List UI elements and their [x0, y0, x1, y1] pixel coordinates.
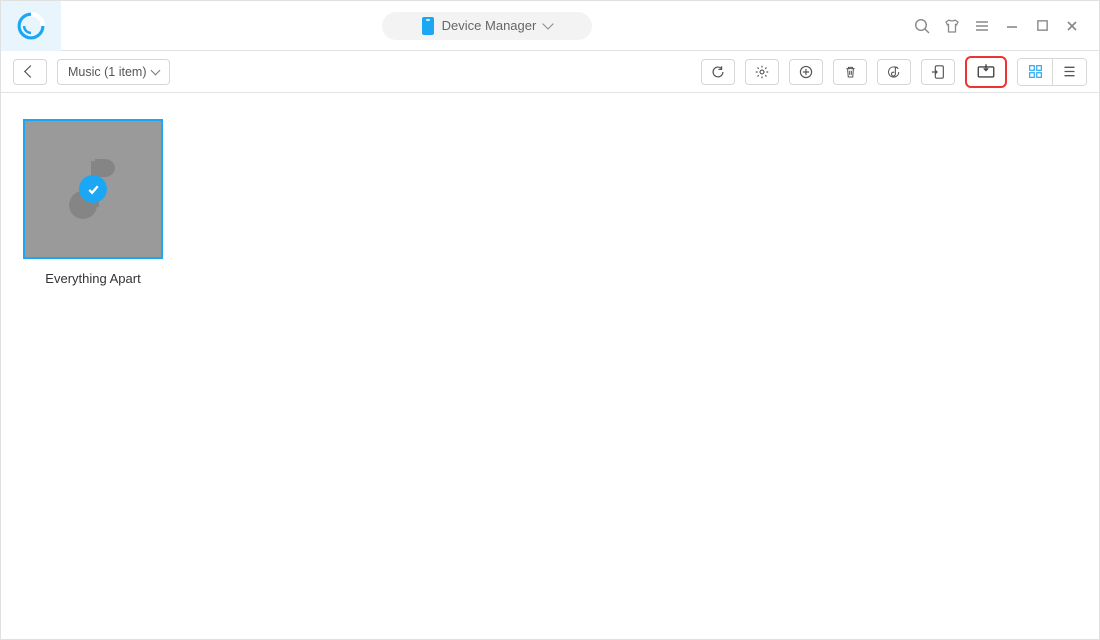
view-switch	[1017, 58, 1087, 86]
window-controls	[913, 17, 1091, 35]
window-close[interactable]	[1063, 17, 1081, 35]
app-logo-icon	[16, 11, 46, 41]
add-button[interactable]	[789, 59, 823, 85]
to-itunes-button[interactable]	[877, 59, 911, 85]
to-computer-button[interactable]	[965, 56, 1007, 88]
category-selector[interactable]: Music (1 item)	[57, 59, 170, 85]
list-icon	[1062, 64, 1077, 79]
music-item-label: Everything Apart	[45, 271, 140, 286]
device-selector[interactable]: Device Manager	[382, 12, 592, 40]
settings-button[interactable]	[745, 59, 779, 85]
music-item-thumb[interactable]	[23, 119, 163, 259]
menu-icon[interactable]	[973, 17, 991, 35]
titlebar-center: Device Manager	[61, 12, 913, 40]
chevron-down-icon	[543, 18, 554, 29]
device-title: Device Manager	[442, 18, 537, 33]
import-to-device-icon	[930, 64, 946, 80]
music-item[interactable]: Everything Apart	[23, 119, 163, 286]
refresh-button[interactable]	[701, 59, 735, 85]
toolbar: Music (1 item)	[1, 51, 1099, 93]
phone-icon	[422, 17, 434, 35]
plus-circle-icon	[798, 64, 814, 80]
selected-check-icon	[79, 175, 107, 203]
titlebar: Device Manager	[1, 1, 1099, 51]
list-view-button[interactable]	[1052, 59, 1086, 85]
search-icon[interactable]	[913, 17, 931, 35]
tshirt-icon[interactable]	[943, 17, 961, 35]
to-device-button[interactable]	[921, 59, 955, 85]
trash-icon	[843, 64, 858, 80]
delete-button[interactable]	[833, 59, 867, 85]
app-logo	[1, 1, 61, 51]
window-maximize[interactable]	[1033, 17, 1051, 35]
refresh-icon	[710, 64, 726, 80]
grid-view-button[interactable]	[1018, 59, 1052, 85]
music-arrow-icon	[886, 64, 903, 80]
back-button[interactable]	[13, 59, 47, 85]
category-label: Music (1 item)	[68, 65, 146, 79]
gear-icon	[754, 64, 770, 80]
window-minimize[interactable]	[1003, 17, 1021, 35]
chevron-left-icon	[24, 65, 37, 78]
chevron-down-icon	[151, 65, 161, 75]
to-computer-icon	[976, 63, 996, 80]
grid-icon	[1028, 64, 1043, 79]
content-area: Everything Apart	[1, 93, 1099, 639]
